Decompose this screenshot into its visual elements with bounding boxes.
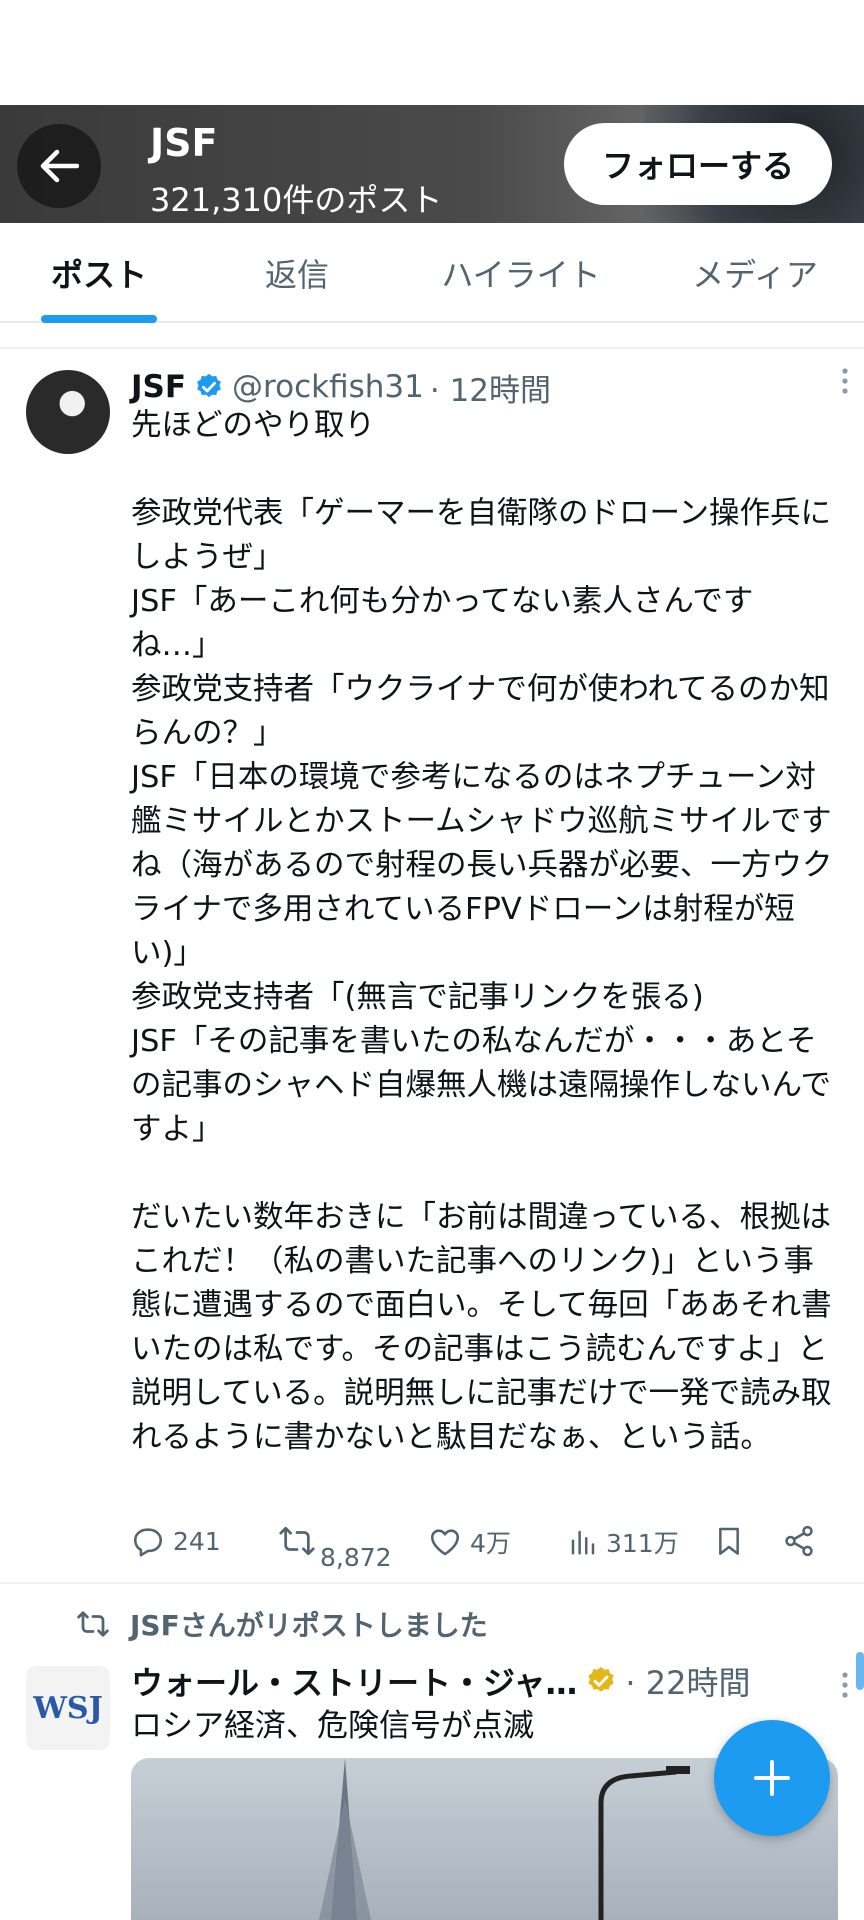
more-options-button[interactable]: [840, 366, 850, 400]
profile-header: JSF 321,310件のポスト フォローする: [0, 105, 864, 223]
avatar[interactable]: [26, 370, 110, 454]
reply-button[interactable]: 241: [131, 1524, 221, 1558]
avatar[interactable]: WSJ: [26, 1666, 110, 1750]
like-button[interactable]: 4万: [428, 1524, 511, 1560]
tweet-text: ロシア経済、危険信号が点滅: [131, 1708, 534, 1744]
tab-label: メディア: [692, 256, 818, 294]
repost-indicator: JSFさんがリポストしました: [76, 1604, 488, 1644]
tab-highlights[interactable]: ハイライト: [396, 223, 646, 323]
compose-button[interactable]: [714, 1720, 830, 1836]
tab-label: 返信: [264, 256, 329, 294]
profile-tabs: ポスト 返信 ハイライト メディア: [0, 223, 864, 323]
profile-name: JSF: [150, 121, 218, 165]
verified-badge-icon: [588, 1667, 615, 1692]
verified-badge-icon: [197, 373, 221, 398]
author-name[interactable]: ウォール・ストリート・ジャ…: [131, 1658, 577, 1704]
more-vertical-icon: [842, 368, 848, 394]
like-count: 4万: [470, 1529, 511, 1558]
bookmark-icon: [719, 1527, 739, 1555]
share-icon: [785, 1525, 813, 1557]
tweet-header: ウォール・ストリート・ジャ… · 22時間: [131, 1656, 840, 1706]
tweet-actions: 241 8,872 4万 311万: [0, 1524, 864, 1574]
more-options-button[interactable]: [840, 1670, 850, 1704]
follow-button[interactable]: フォローする: [564, 123, 832, 205]
tab-replies[interactable]: 返信: [198, 223, 396, 323]
tweet[interactable]: JSF @rockfish31 · 12時間 先ほどのやり取り 参政党代表「ゲー…: [0, 352, 864, 1584]
bookmark-button[interactable]: [713, 1524, 745, 1558]
reply-icon: [133, 1528, 163, 1557]
arrow-left-icon: [40, 149, 79, 183]
repost-label: JSFさんがリポストしました: [130, 1609, 488, 1642]
author-name[interactable]: JSF: [131, 369, 186, 405]
share-button[interactable]: [782, 1524, 816, 1558]
tweet-time: · 22時間: [625, 1664, 751, 1702]
author-handle: @rockfish31: [232, 369, 424, 405]
bar-chart-icon: [571, 1530, 595, 1555]
tweet-text: 先ほどのやり取り 参政党代表「ゲーマーを自衛隊のドローン操作兵にしようぜ」 JS…: [131, 408, 833, 1455]
back-button[interactable]: [17, 124, 101, 208]
more-vertical-icon: [842, 1672, 848, 1698]
heart-icon: [430, 1529, 460, 1556]
tab-media[interactable]: メディア: [646, 223, 864, 323]
repost-count: 8,872: [320, 1542, 392, 1572]
reply-count: 241: [173, 1526, 221, 1556]
repost-icon: [77, 1611, 109, 1637]
tweet-time: · 12時間: [429, 372, 552, 409]
status-bar: [0, 0, 864, 105]
active-tab-indicator: [41, 315, 157, 323]
scrollbar[interactable]: [856, 1652, 864, 1690]
wsj-logo: WSJ: [33, 1690, 103, 1726]
tab-label: ポスト: [50, 256, 147, 294]
divider: [0, 325, 864, 349]
plus-icon: [754, 1760, 790, 1796]
tab-posts[interactable]: ポスト: [0, 223, 198, 323]
repost-icon: [279, 1526, 315, 1556]
tab-label: ハイライト: [441, 256, 601, 294]
views-button[interactable]: 311万: [568, 1524, 679, 1560]
view-count: 311万: [606, 1529, 679, 1558]
post-count: 321,310件のポスト: [150, 181, 443, 219]
repost-button[interactable]: 8,872: [278, 1524, 392, 1572]
